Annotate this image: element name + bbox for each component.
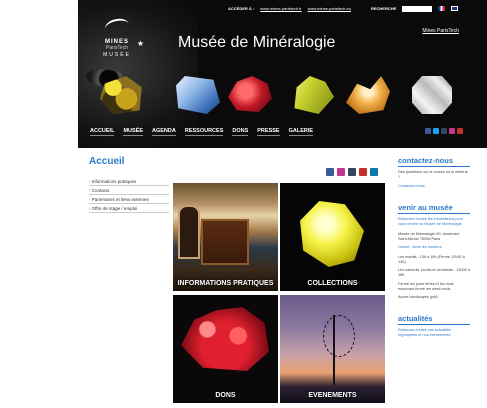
nav-accueil[interactable]: ACCUEIL bbox=[90, 128, 115, 136]
orange-crystal-image bbox=[346, 76, 390, 114]
site-header: ACCÉDER À : www.mines-paristech.fr www.m… bbox=[78, 0, 487, 148]
red-crystal-image bbox=[228, 76, 272, 113]
mines-musee-logo[interactable]: MINES ParisTech MUSÉE ★ bbox=[90, 16, 144, 63]
subnav-list: Informations pratiques Contacts Partenai… bbox=[89, 177, 169, 213]
tile-informations-pratiques[interactable]: INFORMATIONS PRATIQUES bbox=[173, 183, 278, 291]
tile-label: EVENEMENTS bbox=[308, 392, 357, 399]
subnav-item-informations[interactable]: Informations pratiques bbox=[89, 177, 169, 186]
youtube-icon[interactable] bbox=[457, 128, 463, 134]
museum-arch-image bbox=[178, 205, 200, 259]
logo-swirl-icon bbox=[103, 16, 131, 37]
visit-heading[interactable]: venir au musée bbox=[398, 203, 470, 214]
display-cabinet-image bbox=[201, 219, 249, 265]
accessibility-text[interactable]: Accès handicapés (pdf) bbox=[398, 295, 470, 300]
nav-agenda[interactable]: AGENDA bbox=[152, 128, 176, 136]
tile-collections[interactable]: COLLECTIONS bbox=[280, 183, 385, 291]
social-links bbox=[326, 168, 378, 176]
linkedin-icon[interactable] bbox=[370, 168, 378, 176]
mines-paristech-link[interactable]: Mines ParisTech bbox=[422, 28, 459, 34]
yellow-crystal-image bbox=[294, 76, 334, 114]
subnav-item-contacts[interactable]: Contacts bbox=[89, 186, 169, 195]
facebook-icon[interactable] bbox=[326, 168, 334, 176]
nav-ressources[interactable]: RESSOURCES bbox=[184, 128, 224, 136]
header-social-icons bbox=[425, 128, 463, 134]
tumblr-icon[interactable] bbox=[348, 168, 356, 176]
twitter-icon[interactable] bbox=[433, 128, 439, 134]
visit-address: Musée de Minéralogie 60, boulevard Saint… bbox=[398, 231, 460, 241]
french-flag-icon[interactable] bbox=[438, 6, 446, 11]
access-label: ACCÉDER À : bbox=[228, 6, 255, 11]
search-label: RECHERCHE bbox=[370, 6, 397, 11]
closed-text: Fermé les jours fériés et les mois ensui… bbox=[398, 281, 454, 292]
subnav-item-partenaires[interactable]: Partenaires et liens externes bbox=[89, 195, 169, 204]
nav-dons[interactable]: DONS bbox=[232, 128, 249, 136]
news-heading[interactable]: actualités bbox=[398, 314, 470, 325]
hours-text: Les mardis : 13h à 18h (Ferme 12h30 à 14… bbox=[398, 254, 465, 264]
tumblr-icon[interactable] bbox=[441, 128, 447, 134]
tree-silhouette-image bbox=[323, 315, 375, 385]
tile-grid: INFORMATIONS PRATIQUES COLLECTIONS DONS … bbox=[173, 183, 386, 403]
instagram-icon[interactable] bbox=[337, 168, 345, 176]
mines-paristech-eu-link[interactable]: www.mines-paristech.eu bbox=[308, 6, 351, 11]
logo-musee: MUSÉE bbox=[103, 52, 131, 58]
main-nav: ACCUEIL MUSÉE AGENDA RESSOURCES DONS PRE… bbox=[90, 128, 314, 136]
youtube-icon[interactable] bbox=[359, 168, 367, 176]
subnav-item-stage[interactable]: Offre de stage / emploi bbox=[89, 204, 169, 213]
star-icon: ★ bbox=[136, 39, 144, 48]
facebook-icon[interactable] bbox=[425, 128, 431, 134]
top-bar: ACCÉDER À : www.mines-paristech.fr www.m… bbox=[228, 4, 481, 13]
english-flag-icon[interactable] bbox=[451, 6, 459, 11]
nav-musee[interactable]: MUSÉE bbox=[123, 128, 144, 136]
nav-presse[interactable]: PRESSE bbox=[257, 128, 280, 136]
mines-paristech-fr-link[interactable]: www.mines-paristech.fr bbox=[260, 6, 301, 11]
tile-evenements[interactable]: EVENEMENTS bbox=[280, 295, 385, 403]
yellow-crystal-image bbox=[300, 201, 364, 267]
contact-text: Des questions sur le musée ou le minéral… bbox=[398, 170, 468, 180]
page-frame: ACCÉDER À : www.mines-paristech.fr www.m… bbox=[78, 0, 487, 408]
tile-label: INFORMATIONS PRATIQUES bbox=[177, 280, 274, 287]
news-link[interactable]: Retrouvez toutes nos actualités regroupé… bbox=[398, 328, 470, 339]
instagram-icon[interactable] bbox=[449, 128, 455, 134]
visit-intro-link[interactable]: Retrouvez toutes les informations pour v… bbox=[398, 217, 470, 228]
mineral-banner bbox=[100, 76, 460, 120]
contact-link[interactable]: Contactez-nous bbox=[398, 184, 470, 189]
hours-link[interactable]: Ouvert : Avoir les horaires bbox=[398, 245, 470, 250]
red-crystal-image bbox=[181, 307, 269, 371]
site-title: Musée de Minéralogie bbox=[178, 34, 336, 51]
right-sidebar: contactez-nous Des questions sur le musé… bbox=[398, 156, 470, 342]
left-column: Accueil Informations pratiques Contacts … bbox=[89, 156, 169, 213]
diamond-image bbox=[412, 76, 452, 114]
nav-galerie[interactable]: GALERIE bbox=[288, 128, 314, 136]
page-title: Accueil bbox=[89, 156, 125, 167]
days-text: Les samedis, jeudis et vendredis : 13h30… bbox=[398, 268, 470, 278]
gold-mineral-image bbox=[100, 76, 142, 114]
tile-label: COLLECTIONS bbox=[307, 280, 358, 287]
search-input[interactable] bbox=[402, 5, 433, 12]
contact-heading[interactable]: contactez-nous bbox=[398, 156, 470, 167]
tile-label: DONS bbox=[215, 392, 236, 399]
tile-dons[interactable]: DONS bbox=[173, 295, 278, 403]
blue-crystal-image bbox=[176, 76, 220, 114]
